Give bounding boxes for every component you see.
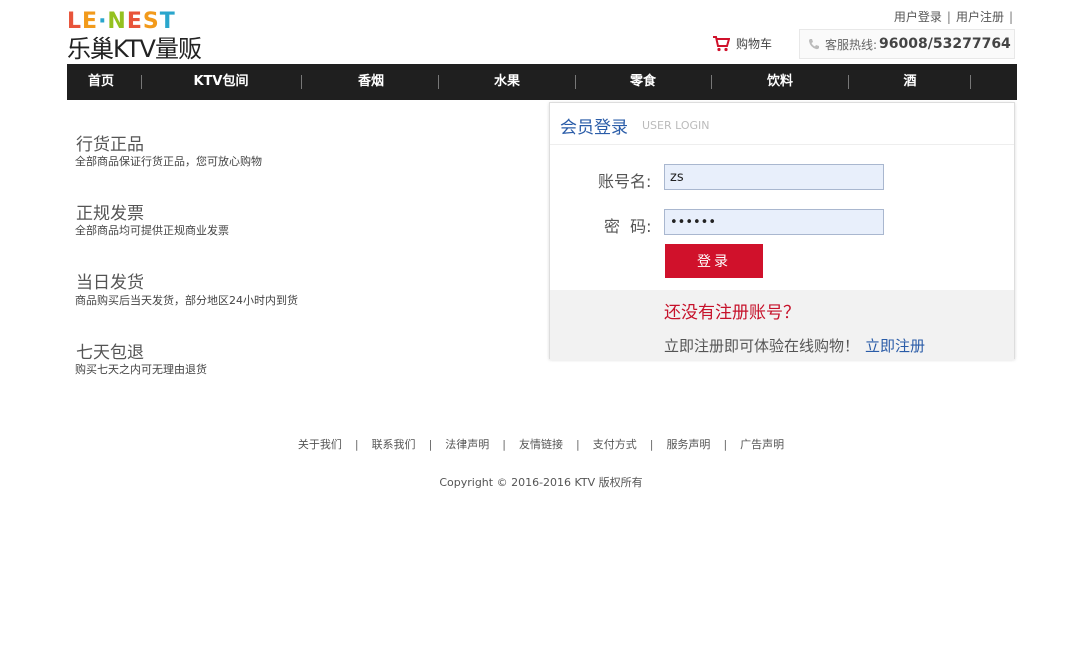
login-title: 会员登录 [560, 118, 628, 138]
footer-link-legal[interactable]: 法律声明 [445, 438, 489, 451]
login-button[interactable]: 登录 [665, 244, 763, 278]
register-prompt-text: 立即注册即可体验在线购物！ [664, 337, 860, 355]
password-input[interactable] [664, 209, 884, 235]
top-link-sep: | [1008, 10, 1013, 24]
feature-desc: 全部商品保证行货正品，您可放心购物 [75, 155, 262, 168]
footer-sep: | [502, 438, 506, 451]
copyright: Copyright © 2016-2016 KTV 版权所有 [439, 476, 643, 489]
feature-title: 七天包退 [76, 343, 144, 363]
user-register-link[interactable]: 用户注册 [956, 8, 1004, 25]
login-panel: 会员登录 USER LOGIN 账号名: 密 码: 登录 还没有注册账号？ 立即… [549, 102, 1015, 360]
nav-item-cigarettes[interactable]: 香烟 [347, 64, 395, 100]
footer-sep: | [354, 438, 359, 451]
no-account-text: 还没有注册账号？ [664, 303, 800, 323]
footer-sep: | [428, 438, 433, 451]
footer-link-friends[interactable]: 友情链接 [519, 438, 563, 451]
top-links: 用户登录 | 用户注册 | [894, 8, 1018, 25]
phone-icon [809, 39, 819, 50]
user-login-link[interactable]: 用户登录 [894, 8, 942, 25]
login-subtitle: USER LOGIN [642, 119, 710, 132]
footer-link-service[interactable]: 服务声明 [666, 438, 710, 451]
logo-letter: S [142, 9, 159, 34]
nav-separator [711, 75, 712, 89]
feature-desc: 购买七天之内可无理由退货 [75, 363, 207, 376]
nav-item-drinks[interactable]: 饮料 [756, 64, 804, 100]
nav-item-home[interactable]: 首页 [77, 64, 125, 100]
footer-link-payment[interactable]: 支付方式 [593, 438, 637, 451]
register-now-link[interactable]: 立即注册 [865, 337, 925, 355]
cart-icon [713, 35, 730, 51]
logo-letter: L [67, 9, 81, 34]
footer-link-ads[interactable]: 广告声明 [740, 438, 784, 451]
nav-separator [301, 75, 302, 89]
feature-title: 正规发票 [76, 204, 144, 224]
feature-desc: 商品购买后当天发货，部分地区24小时内到货 [75, 294, 298, 307]
main-nav: 首页 KTV包间 香烟 水果 零食 饮料 酒 [67, 64, 1017, 100]
nav-separator [848, 75, 849, 89]
footer-sep: | [576, 438, 580, 451]
logo-letter: · [98, 9, 106, 34]
footer-sep: | [649, 438, 654, 451]
password-label: 密 码: [604, 217, 652, 236]
footer-sep: | [723, 438, 728, 451]
logo-letter: T [159, 9, 175, 34]
nav-item-fruit[interactable]: 水果 [483, 64, 531, 100]
register-area: 还没有注册账号？ 立即注册即可体验在线购物！ 立即注册 [550, 290, 1014, 360]
footer-link-about[interactable]: 关于我们 [298, 438, 342, 451]
nav-item-snacks[interactable]: 零食 [619, 64, 667, 100]
logo-letter: E [82, 9, 97, 34]
footer-link-contact[interactable]: 联系我们 [372, 438, 416, 451]
top-link-sep: | [946, 10, 951, 24]
nav-separator [141, 75, 142, 89]
feature-title: 行货正品 [76, 135, 144, 155]
username-label: 账号名: [598, 172, 652, 191]
username-input[interactable] [664, 164, 884, 190]
nav-separator [438, 75, 439, 89]
logo-letter: N [107, 9, 125, 34]
hotline-label: 客服热线: [825, 37, 878, 52]
register-prompt: 立即注册即可体验在线购物！ 立即注册 [664, 335, 925, 356]
logo-name: 乐巢KTV量贩 [67, 35, 202, 63]
nav-separator [575, 75, 576, 89]
footer-links: 关于我们 | 联系我们 | 法律声明 | 友情链接 | 支付方式 | 服务声明 | 广告声明 [0, 436, 1082, 452]
feature-desc: 全部商品均可提供正规商业发票 [75, 224, 229, 237]
site-logo[interactable]: L E · N E S T 乐巢KTV量贩 [67, 9, 257, 63]
feature-title: 当日发货 [76, 273, 144, 293]
nav-item-liquor[interactable]: 酒 [898, 64, 922, 100]
logo-letter: E [126, 9, 142, 34]
nav-separator [970, 75, 971, 89]
nav-item-ktv-room[interactable]: KTV包间 [185, 64, 257, 100]
logo-wordmark: L E · N E S T [67, 9, 175, 34]
login-header: 会员登录 USER LOGIN [550, 103, 1014, 145]
hotline-number: 96008/53277764 [879, 36, 1011, 52]
service-hotline: 客服热线: 96008/53277764 [799, 29, 1015, 59]
cart-label: 购物车 [736, 37, 773, 51]
cart-link[interactable]: 购物车 [712, 35, 772, 52]
